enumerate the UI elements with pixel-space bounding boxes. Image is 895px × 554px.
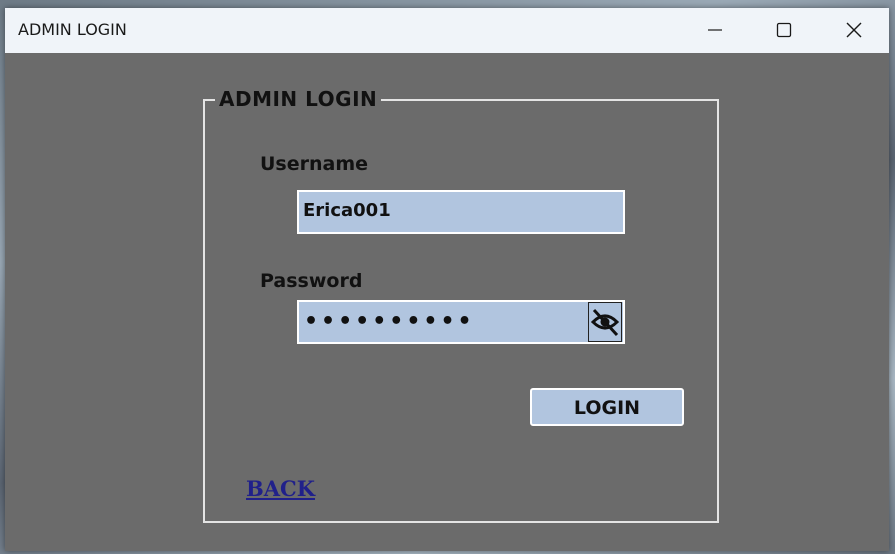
window-content: ADMIN LOGIN Username Erica001 Password •… (5, 53, 889, 551)
close-button[interactable] (831, 8, 877, 53)
password-field[interactable]: •••••••••• (297, 300, 625, 344)
username-field[interactable]: Erica001 (297, 190, 625, 234)
title-bar: ADMIN LOGIN (5, 8, 889, 53)
admin-login-window: ADMIN LOGIN ADMIN LOGIN Username Erica00… (5, 8, 889, 551)
groupbox-title: ADMIN LOGIN (215, 86, 382, 112)
window-title: ADMIN LOGIN (18, 20, 127, 39)
maximize-button[interactable] (761, 8, 807, 53)
close-icon (846, 22, 862, 38)
back-link[interactable]: BACK (246, 476, 315, 502)
eye-slash-icon (590, 308, 620, 337)
maximize-icon (776, 22, 792, 38)
password-masked-value: •••••••••• (304, 309, 475, 334)
minimize-button[interactable] (692, 8, 738, 53)
minimize-icon (708, 29, 722, 31)
login-button[interactable]: LOGIN (530, 388, 684, 426)
toggle-password-visibility-button[interactable] (588, 302, 622, 342)
login-groupbox: ADMIN LOGIN Username Erica001 Password •… (203, 86, 719, 523)
password-label: Password (260, 270, 363, 292)
username-label: Username (260, 153, 369, 175)
